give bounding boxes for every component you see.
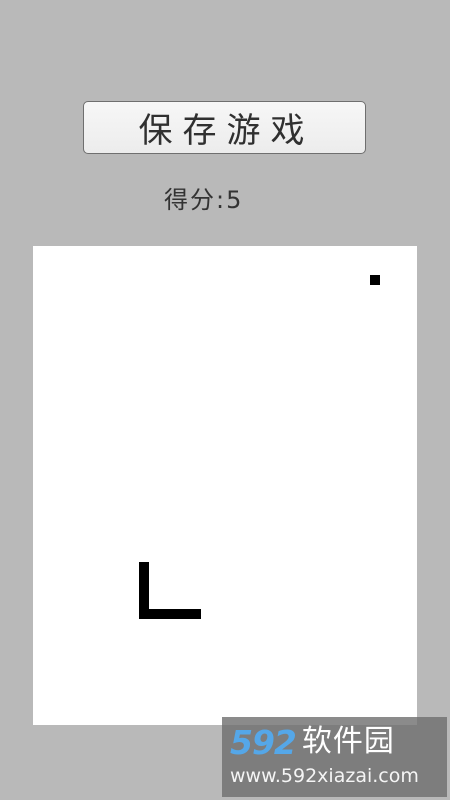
- watermark-brand-number: 592: [230, 722, 297, 762]
- score-display: 得分:5: [164, 180, 304, 216]
- watermark: 592 软件园 www.592xiazai.com: [222, 717, 447, 797]
- game-board[interactable]: [33, 246, 417, 725]
- food-pellet: [370, 275, 380, 285]
- snake-horizontal-segment: [139, 609, 201, 619]
- watermark-brand-text: 软件园: [301, 724, 395, 759]
- save-game-button[interactable]: 保存游戏: [83, 101, 366, 154]
- score-separator: :: [216, 186, 227, 214]
- watermark-url: www.592xiazai.com: [230, 765, 419, 787]
- watermark-brand: 592 软件园: [230, 724, 439, 760]
- score-value: 5: [226, 186, 244, 214]
- score-label: 得分: [164, 186, 216, 214]
